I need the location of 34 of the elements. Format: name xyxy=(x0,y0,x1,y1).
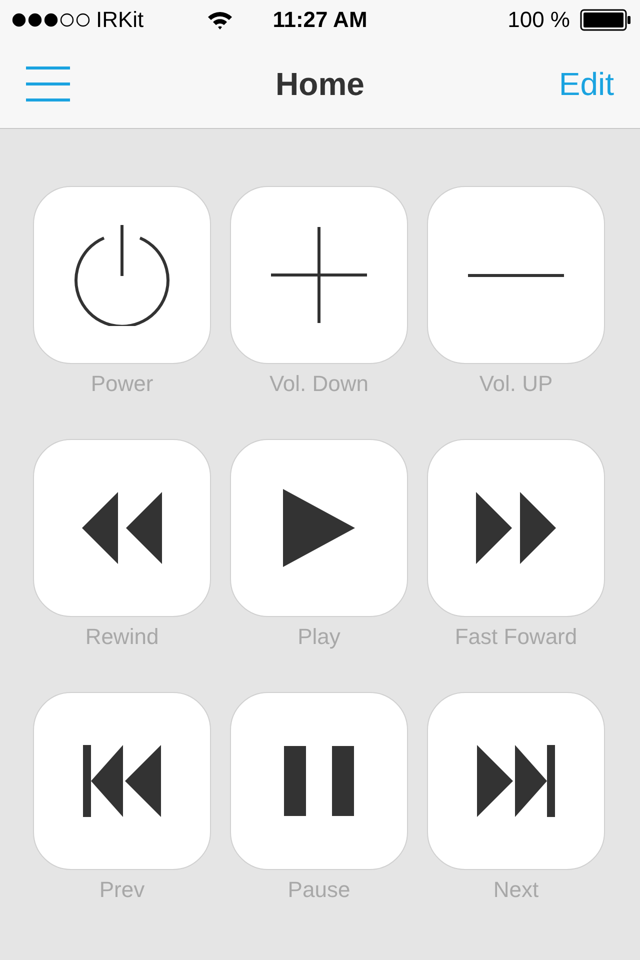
edit-button[interactable]: Edit xyxy=(558,66,614,102)
clock-time: 11:27 AM xyxy=(272,7,368,33)
fast-forward-icon xyxy=(476,492,556,564)
pause-icon xyxy=(284,746,354,816)
remote-button[interactable] xyxy=(230,692,408,870)
plus-icon xyxy=(271,227,367,323)
minus-icon xyxy=(468,274,564,276)
play-icon xyxy=(283,489,355,567)
signal-icon xyxy=(12,13,90,27)
remote-button[interactable] xyxy=(230,439,408,617)
skip-forward-icon xyxy=(477,745,555,817)
button-label: Play xyxy=(298,623,340,651)
battery-percentage: 100 % xyxy=(508,7,570,33)
menu-button[interactable] xyxy=(26,66,70,102)
remote-button[interactable] xyxy=(33,439,211,617)
remote-button[interactable] xyxy=(33,692,211,870)
button-label: Next xyxy=(493,876,539,904)
button-label: Pause xyxy=(288,876,350,904)
battery-icon xyxy=(580,9,632,31)
remote-button[interactable] xyxy=(427,692,605,870)
remote-button[interactable] xyxy=(427,439,605,617)
rewind-icon xyxy=(82,492,162,564)
power-icon xyxy=(74,224,170,326)
button-label: Power xyxy=(90,370,154,398)
button-label: Fast Foward xyxy=(454,623,578,651)
screen-title: Home xyxy=(276,66,364,102)
button-label: Vol. UP xyxy=(479,370,553,398)
remote-button[interactable] xyxy=(33,186,211,364)
button-label: Rewind xyxy=(85,623,159,651)
wifi-icon xyxy=(207,10,233,30)
skip-back-icon xyxy=(83,745,161,817)
button-label: Vol. Down xyxy=(269,370,369,398)
carrier-name: IRKit xyxy=(96,7,144,33)
button-label: Prev xyxy=(99,876,145,904)
